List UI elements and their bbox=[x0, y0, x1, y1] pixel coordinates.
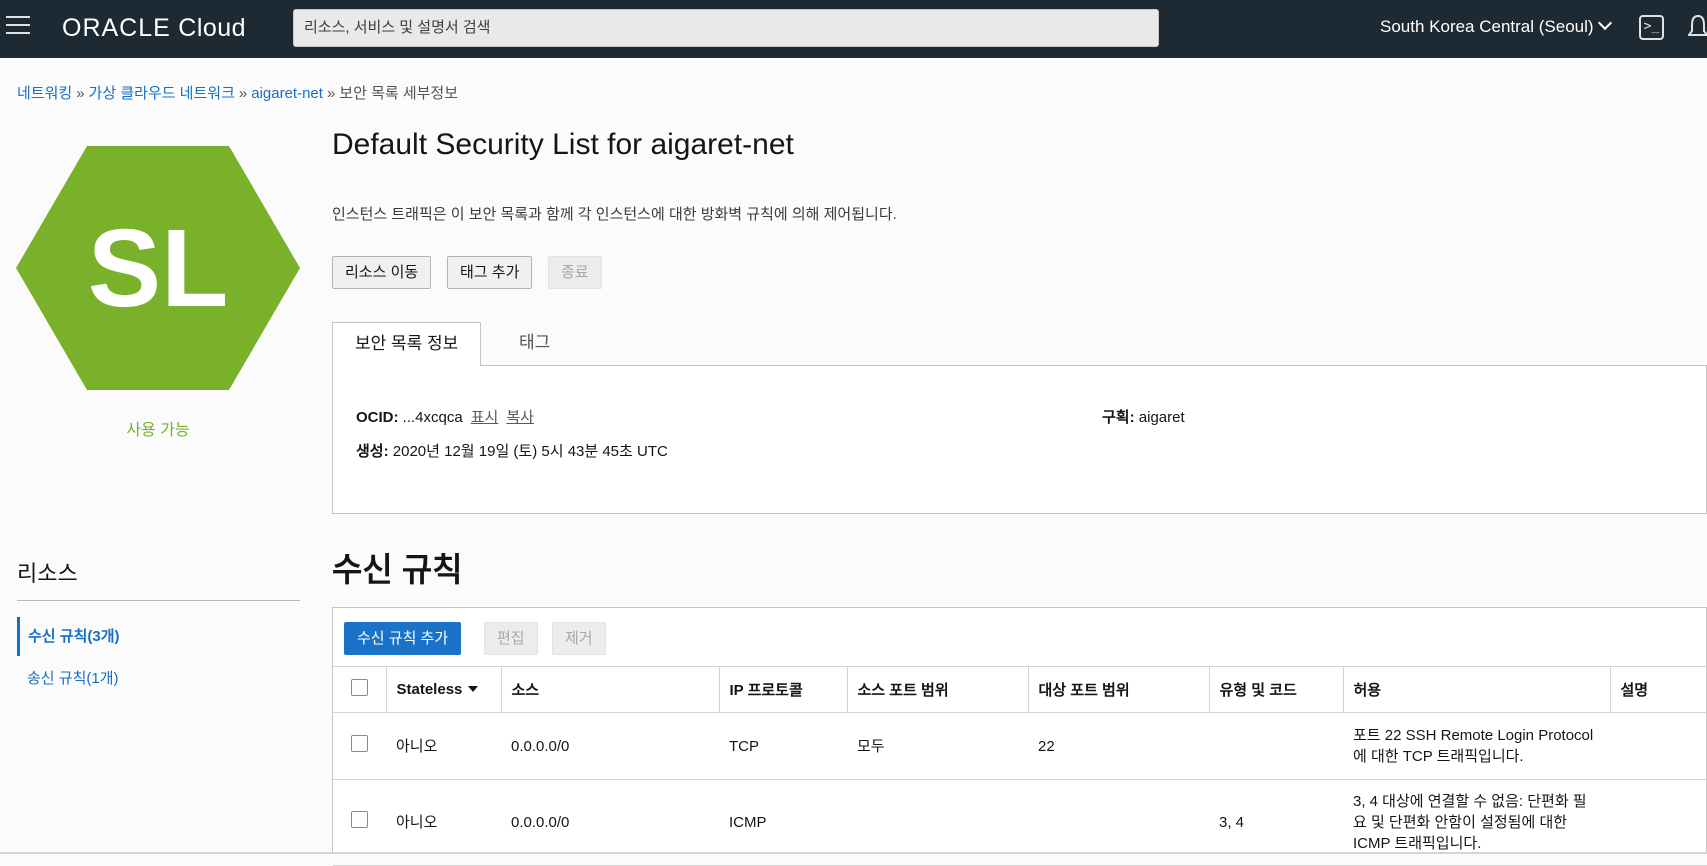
row-checkbox[interactable] bbox=[351, 811, 368, 828]
add-tag-button[interactable]: 태그 추가 bbox=[447, 256, 533, 289]
top-navigation-bar: ORACLE Cloud 리소스, 서비스 및 설명서 검색 South Kor… bbox=[0, 0, 1707, 58]
column-type-and-code: 유형 및 코드 bbox=[1209, 666, 1344, 713]
security-list-info-panel: OCID: ...4xcqca 표시 복사 생성: 2020년 12월 19일 (토… bbox=[332, 366, 1707, 514]
security-list-hexagon-icon: SL bbox=[16, 146, 300, 390]
table-header-row: Stateless 소스 IP 프로토콜 소스 포트 범위 대상 포트 범위 유… bbox=[333, 666, 1707, 713]
column-ip-protocol: IP 프로토콜 bbox=[719, 666, 848, 713]
cell-type-code bbox=[1209, 712, 1343, 780]
page-description: 인스턴스 트래픽은 이 보안 목록과 함께 각 인스턴스에 대한 방화벽 규칙에… bbox=[332, 206, 897, 223]
resource-ingress-rules[interactable]: 수신 규칙(3개) bbox=[17, 617, 120, 656]
resource-egress-rules[interactable]: 송신 규칙(1개) bbox=[17, 667, 119, 688]
breadcrumb-current: 보안 목록 세부정보 bbox=[339, 85, 459, 102]
chevron-down-icon bbox=[1597, 15, 1612, 31]
resources-divider bbox=[17, 600, 300, 601]
status-badge: 사용 가능 bbox=[126, 422, 190, 439]
cell-allows: 포트 22 SSH Remote Login Protocol에 대한 TCP … bbox=[1343, 712, 1610, 780]
cell-stateless: 아니오 bbox=[386, 712, 501, 780]
select-all-cell bbox=[333, 666, 387, 713]
show-ocid-link[interactable]: 표시 bbox=[471, 409, 499, 426]
cell-description bbox=[1610, 712, 1707, 780]
column-allows: 허용 bbox=[1343, 666, 1611, 713]
edit-button: 편집 bbox=[484, 622, 538, 655]
select-all-checkbox[interactable] bbox=[350, 679, 368, 696]
sort-down-icon bbox=[468, 686, 479, 692]
column-source-port-range: 소스 포트 범위 bbox=[847, 666, 1029, 713]
table-row: 아니오 0.0.0.0/0 TCP 모두 22 포트 22 SSH Remote… bbox=[333, 712, 1707, 780]
cloud-shell-icon[interactable]: >_ bbox=[1639, 15, 1664, 40]
breadcrumb: 네트워킹» 가상 클라우드 네트워크» aigaret-net» 보안 목록 세부정보 bbox=[17, 85, 459, 102]
column-stateless[interactable]: Stateless bbox=[386, 666, 502, 713]
breadcrumb-vcn-name[interactable]: aigaret-net bbox=[251, 85, 323, 102]
ingress-rules-heading: 수신 규칙 bbox=[332, 551, 463, 588]
menu-icon[interactable] bbox=[6, 16, 30, 38]
remove-button: 제거 bbox=[552, 622, 606, 655]
ingress-rules-table: Stateless 소스 IP 프로토콜 소스 포트 범위 대상 포트 범위 유… bbox=[333, 666, 1707, 866]
resources-heading: 리소스 bbox=[17, 561, 78, 586]
oracle-cloud-logo[interactable]: ORACLE Cloud bbox=[62, 14, 246, 43]
breadcrumb-vcn[interactable]: 가상 클라우드 네트워크 bbox=[89, 85, 235, 102]
terminate-button: 종료 bbox=[548, 256, 602, 289]
move-resource-button[interactable]: 리소스 이동 bbox=[332, 256, 432, 289]
column-source: 소스 bbox=[501, 666, 720, 713]
badge-initials: SL bbox=[88, 207, 229, 330]
tab-security-list-info[interactable]: 보안 목록 정보 bbox=[332, 322, 482, 367]
detail-tabs: 보안 목록 정보 태그 bbox=[332, 322, 1707, 367]
page-title: Default Security List for aigaret-net bbox=[332, 128, 794, 161]
created-field: 생성: 2020년 12월 19일 (토) 5시 43분 45초 UTC bbox=[356, 443, 668, 460]
row-checkbox[interactable] bbox=[351, 734, 368, 752]
cell-protocol: TCP bbox=[719, 712, 847, 780]
tab-tags[interactable]: 태그 bbox=[497, 322, 572, 367]
ingress-rules-panel: 수신 규칙 추가 편집 제거 Stateless 소스 IP 프로토콜 소스 포… bbox=[332, 607, 1707, 866]
cell-destination-port: 22 bbox=[1028, 712, 1209, 780]
column-destination-port-range: 대상 포트 범위 bbox=[1028, 666, 1210, 713]
cell-source-port: 모두 bbox=[847, 712, 1028, 780]
add-ingress-rule-button[interactable]: 수신 규칙 추가 bbox=[344, 622, 462, 655]
compartment-field: 구획: aigaret bbox=[1102, 409, 1185, 426]
region-selector[interactable]: South Korea Central (Seoul) bbox=[1380, 15, 1612, 37]
search-input[interactable]: 리소스, 서비스 및 설명서 검색 bbox=[293, 9, 1159, 47]
breadcrumb-networking[interactable]: 네트워킹 bbox=[17, 85, 72, 102]
ocid-field: OCID: ...4xcqca 표시 복사 bbox=[356, 409, 534, 426]
notification-bell-icon[interactable] bbox=[1688, 14, 1707, 40]
row-select-cell bbox=[333, 712, 386, 780]
column-description: 설명 bbox=[1610, 666, 1707, 713]
cell-source: 0.0.0.0/0 bbox=[501, 712, 719, 780]
copy-ocid-link[interactable]: 복사 bbox=[506, 409, 534, 426]
